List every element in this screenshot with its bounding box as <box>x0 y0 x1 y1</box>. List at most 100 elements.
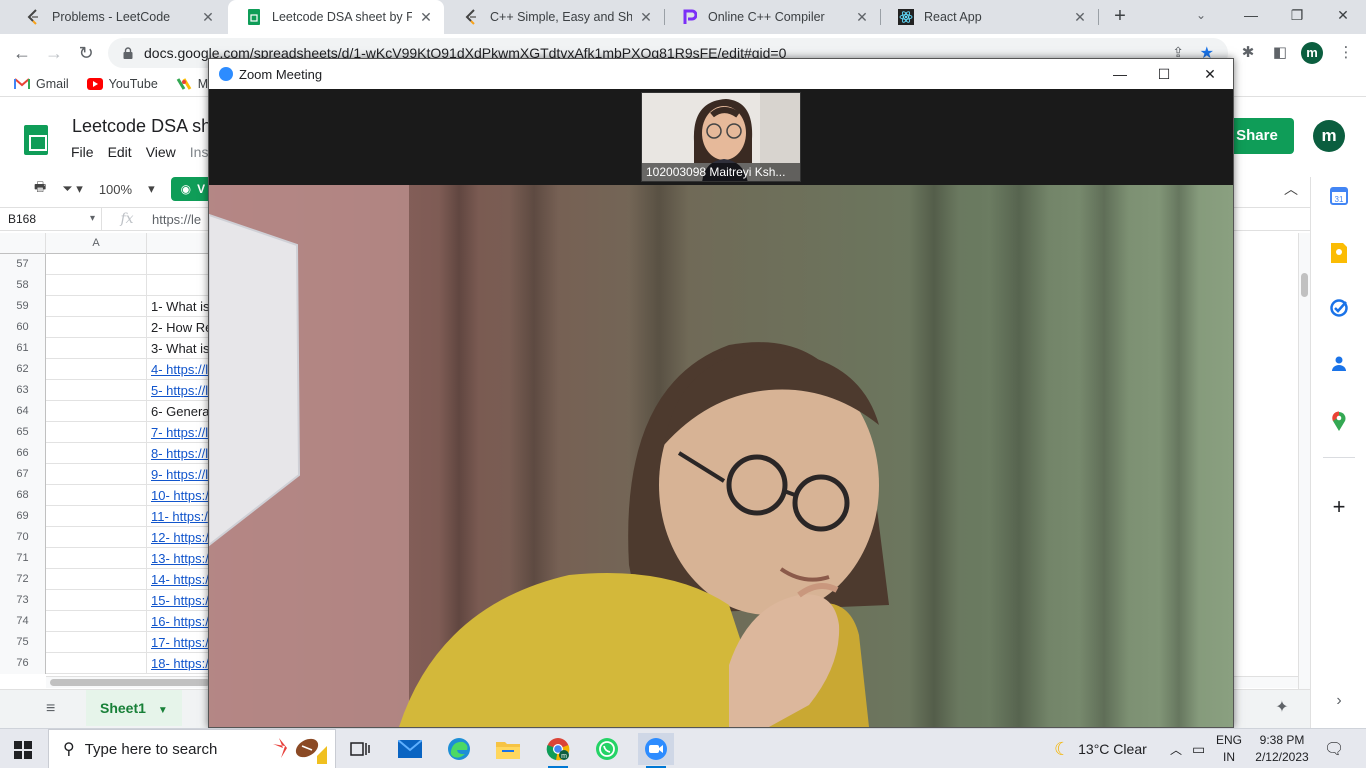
row-number[interactable]: 61 <box>0 338 46 359</box>
notifications-icon[interactable]: 🗨 <box>1324 729 1344 768</box>
close-tab-icon[interactable]: ✕ <box>418 9 434 26</box>
tab-cpp-solution[interactable]: C++ Simple, Easy and Short S ✕ <box>446 0 664 34</box>
document-title[interactable]: Leetcode DSA sh <box>72 116 211 137</box>
cell-a[interactable] <box>46 611 147 632</box>
name-box[interactable]: B168 <box>0 208 102 230</box>
cell-a[interactable] <box>46 317 147 338</box>
cell-a[interactable] <box>46 548 147 569</box>
cell-b-link[interactable]: 13- https:/ <box>148 548 210 569</box>
row-number[interactable]: 66 <box>0 443 46 464</box>
windows-start-icon[interactable] <box>14 741 32 759</box>
cell-a[interactable] <box>46 275 147 296</box>
menu-file[interactable]: File <box>71 144 94 160</box>
tab-leetcode-problems[interactable]: Problems - LeetCode ✕ <box>8 0 226 34</box>
cell-a[interactable] <box>46 422 147 443</box>
vertical-scrollbar[interactable] <box>1298 233 1310 768</box>
side-panel-icon[interactable]: ◧ <box>1270 43 1290 63</box>
cell-b[interactable]: 1- What is <box>148 296 210 317</box>
cell-b-link[interactable]: 14- https:/ <box>148 569 210 590</box>
menu-view[interactable]: View <box>146 144 176 160</box>
column-header-a[interactable]: A <box>46 233 147 254</box>
cell-a[interactable] <box>46 464 147 485</box>
cell-b-link[interactable]: 16- https:/ <box>148 611 210 632</box>
cell-a[interactable] <box>46 590 147 611</box>
tasks-icon[interactable] <box>1329 299 1349 319</box>
reload-icon[interactable]: ↻ <box>74 41 98 65</box>
close-tab-icon[interactable]: ✕ <box>638 9 654 26</box>
cell-b[interactable]: 3- What is <box>148 338 210 359</box>
row-number[interactable]: 62 <box>0 359 46 380</box>
tab-react-app[interactable]: React App ✕ <box>880 0 1098 34</box>
sheets-logo-icon[interactable] <box>24 125 48 155</box>
extensions-puzzle-icon[interactable]: ✱ <box>1238 43 1258 63</box>
taskbar-clock[interactable]: 9:38 PM 2/12/2023 <box>1252 732 1312 766</box>
tab-search-chevron-icon[interactable]: ⌄ <box>1196 8 1206 22</box>
row-number[interactable]: 69 <box>0 506 46 527</box>
chevron-down-icon[interactable]: ▾ <box>148 181 155 197</box>
contacts-icon[interactable] <box>1329 355 1349 375</box>
input-language-indicator[interactable]: ENG IN <box>1216 732 1242 766</box>
participant-video-thumbnail[interactable]: 102003098 Maitreyi Ksh... <box>641 92 801 182</box>
select-all-corner[interactable] <box>0 233 46 254</box>
cell-a[interactable] <box>46 506 147 527</box>
row-number[interactable]: 74 <box>0 611 46 632</box>
row-number[interactable]: 59 <box>0 296 46 317</box>
cell-a[interactable] <box>46 296 147 317</box>
row-number[interactable]: 57 <box>0 254 46 275</box>
battery-icon[interactable]: ▭ <box>1192 729 1205 768</box>
scroll-thumb[interactable] <box>1301 273 1308 297</box>
close-window-icon[interactable]: ✕ <box>1320 0 1366 30</box>
restore-icon[interactable]: ❐ <box>1274 0 1320 30</box>
cell-a[interactable] <box>46 401 147 422</box>
more-menu-icon[interactable]: ⋮ <box>1336 43 1356 63</box>
file-explorer-icon[interactable] <box>490 733 526 765</box>
row-number[interactable]: 64 <box>0 401 46 422</box>
zoom-maximize-icon[interactable]: ☐ <box>1141 59 1187 89</box>
close-tab-icon[interactable]: ✕ <box>1072 9 1088 26</box>
tab-online-cpp-compiler[interactable]: Online C++ Compiler ✕ <box>664 0 880 34</box>
edge-icon[interactable] <box>441 733 477 765</box>
cell-b-link[interactable]: 5- https://l <box>148 380 210 401</box>
cell-b-link[interactable]: 8- https://l <box>148 443 210 464</box>
filter-icon[interactable]: ⏷ ▾ <box>62 181 83 197</box>
cell-a[interactable] <box>46 359 147 380</box>
expand-panel-chevron-icon[interactable]: › <box>1329 691 1349 711</box>
mail-icon[interactable] <box>392 733 428 765</box>
all-sheets-icon[interactable]: ≡ <box>46 700 55 718</box>
cell-a[interactable] <box>46 569 147 590</box>
cell-a[interactable] <box>46 443 147 464</box>
row-number[interactable]: 70 <box>0 527 46 548</box>
account-avatar[interactable]: m <box>1313 120 1345 152</box>
cell-b-link[interactable]: 10- https:/ <box>148 485 210 506</box>
close-tab-icon[interactable]: ✕ <box>200 9 216 26</box>
new-tab-icon[interactable]: + <box>1108 4 1132 28</box>
formula-input[interactable]: https://le <box>152 212 201 227</box>
cell-b[interactable]: 2- How Re <box>148 317 210 338</box>
back-arrow-icon[interactable]: ← <box>10 41 34 65</box>
sheet-tab-sheet1[interactable]: Sheet1 ▼ <box>86 690 182 726</box>
row-number[interactable]: 63 <box>0 380 46 401</box>
add-addon-icon[interactable]: + <box>1329 496 1349 518</box>
keep-icon[interactable] <box>1329 243 1349 263</box>
main-video-feed[interactable] <box>209 185 1233 727</box>
taskbar-search-box[interactable]: ⚲ Type here to search <box>48 729 336 768</box>
cell-a[interactable] <box>46 653 147 674</box>
zoom-minimize-icon[interactable]: — <box>1097 59 1143 89</box>
menu-edit[interactable]: Edit <box>108 144 132 160</box>
show-hidden-icons-chevron-icon[interactable]: ︿ <box>1170 729 1182 768</box>
forward-arrow-icon[interactable]: → <box>42 41 66 65</box>
tab-leetcode-dsa-sheet[interactable]: Leetcode DSA sheet by Fraz ✕ <box>228 0 444 34</box>
profile-avatar[interactable]: m <box>1301 42 1323 64</box>
chrome-icon[interactable]: m <box>540 733 576 768</box>
row-number[interactable]: 75 <box>0 632 46 653</box>
cell-b-link[interactable]: 15- https:/ <box>148 590 210 611</box>
row-number[interactable]: 73 <box>0 590 46 611</box>
cell-a[interactable] <box>46 254 147 275</box>
cell-b-link[interactable]: 11- https:/ <box>148 506 210 527</box>
cell-a[interactable] <box>46 338 147 359</box>
close-tab-icon[interactable]: ✕ <box>854 9 870 26</box>
cell-a[interactable] <box>46 380 147 401</box>
whatsapp-icon[interactable] <box>589 733 625 765</box>
cell-b-link[interactable]: 7- https://l <box>148 422 210 443</box>
bookmark-youtube[interactable]: YouTube <box>86 77 158 91</box>
